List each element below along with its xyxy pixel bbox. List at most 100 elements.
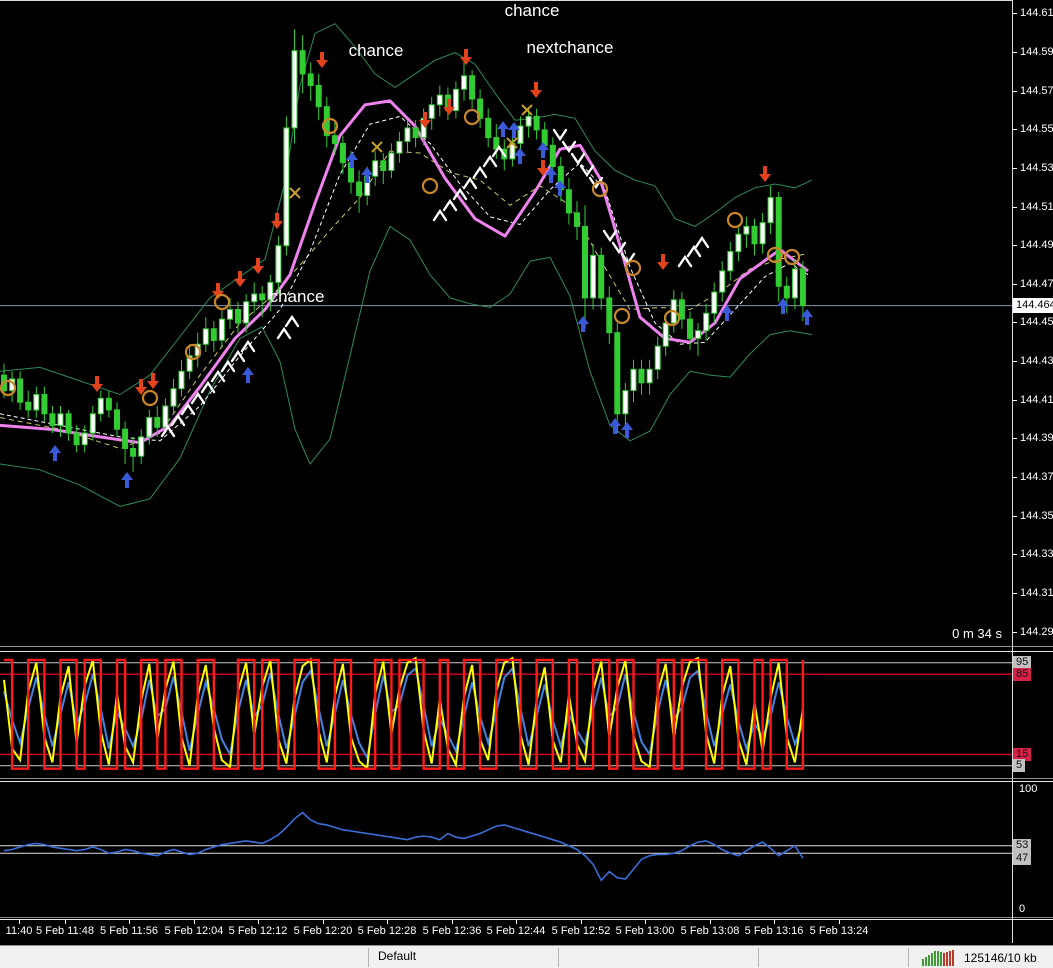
candles-layer [1, 29, 806, 472]
time-tick-label: 5 Feb 12:12 [228, 925, 288, 937]
price-tick-label: 144.415 [1013, 394, 1053, 407]
price-tick-label: 144.295 [1013, 626, 1053, 639]
buy-arrow-marker [346, 152, 358, 168]
price-tick-label: 144.575 [1013, 85, 1053, 98]
momentum-blue-line [3, 811, 804, 882]
momentum-axis[interactable]: 100 0 53 47 [1013, 782, 1053, 917]
price-tick-label: 144.595 [1013, 46, 1053, 59]
buy-arrow-marker [49, 445, 61, 461]
price-tick-label: 144.555 [1013, 123, 1053, 136]
indicator-max-label: 100 [1019, 783, 1038, 795]
chevron-up-marker [284, 314, 300, 328]
signal-circle-marker [421, 177, 439, 195]
time-axis[interactable]: 11:40 5 Feb 11:48 5 Feb 11:56 5 Feb 12:04 5 … [0, 920, 1012, 945]
sell-arrow-marker [252, 258, 264, 274]
time-tick-label: 11:40 [5, 925, 33, 937]
chevron-up-marker [686, 244, 702, 258]
time-tick [452, 920, 453, 924]
time-tick-label: 5 Feb 12:36 [422, 925, 482, 937]
time-tick [19, 920, 20, 924]
oscillator-indicator-panel[interactable] [0, 652, 1012, 778]
time-tick-label: 5 Feb 12:20 [293, 925, 353, 937]
scale-divider-line [1012, 0, 1013, 943]
indicator-min-label: 0 [1019, 903, 1026, 915]
time-tick-label: 5 Feb 13:16 [744, 925, 804, 937]
time-tick-label: 5 Feb 13:08 [680, 925, 740, 937]
chevron-up-marker [482, 154, 498, 168]
chevron-up-marker [240, 339, 256, 353]
indicator-level-label: 53 [1013, 839, 1032, 852]
time-tick-label: 5 Feb 12:04 [164, 925, 224, 937]
buy-arrow-marker [242, 367, 254, 383]
sell-arrow-marker [657, 254, 669, 270]
price-tick-label: 144.475 [1013, 278, 1053, 291]
price-tick-label: 144.615 [1013, 7, 1053, 20]
time-tick-label: 5 Feb 11:56 [100, 925, 158, 937]
time-tick-label: 5 Feb 12:28 [357, 925, 417, 937]
time-tick-label: 5 Feb 12:44 [486, 925, 546, 937]
chevron-up-marker [200, 380, 216, 394]
price-axis[interactable]: 144.615 144.595 144.575 144.555 144.535 144.5… [1013, 0, 1053, 646]
price-tick-label: 144.395 [1013, 432, 1053, 445]
trading-chart-window: chance chance nextchance chance 0 m 34 s 14… [0, 0, 1053, 968]
chevron-down-marker [602, 229, 618, 243]
connection-status: 125146/10 kb [922, 947, 1037, 968]
status-divider [908, 948, 909, 967]
bollinger-lower-line [0, 225, 813, 508]
status-divider [758, 948, 759, 967]
time-tick-label: 5 Feb 13:24 [809, 925, 869, 937]
signal-circle-marker [726, 211, 744, 229]
time-tick [774, 920, 775, 924]
buy-arrow-marker [497, 121, 509, 137]
signal-circle-marker [591, 180, 609, 198]
sell-arrow-marker [91, 376, 103, 392]
x-mark-marker [521, 104, 533, 116]
time-tick [129, 920, 130, 924]
time-tick [581, 920, 582, 924]
chevron-up-marker [462, 176, 478, 190]
chevron-up-marker [694, 235, 710, 249]
price-tick-label: 144.355 [1013, 510, 1053, 523]
violet-ma-line [0, 99, 809, 445]
indicator-level-label: 47 [1013, 852, 1032, 865]
chevron-up-marker [472, 165, 488, 179]
sell-arrow-marker [271, 213, 283, 229]
price-tick-label: 144.455 [1013, 316, 1053, 329]
status-bar: Default 125146/10 kb [0, 945, 1053, 968]
price-tick-label: 144.335 [1013, 548, 1053, 561]
chevron-up-marker [442, 198, 458, 212]
oscillator-axis[interactable]: 95 85 15 5 [1013, 652, 1053, 778]
price-tick-label: 144.315 [1013, 587, 1053, 600]
price-tick-label: 144.495 [1013, 239, 1053, 252]
sell-arrow-marker [460, 49, 472, 65]
price-tick-label: 144.535 [1013, 162, 1053, 175]
x-mark-marker [289, 187, 301, 199]
connection-traffic-label: 125146/10 kb [964, 950, 1037, 965]
momentum-indicator-panel[interactable] [0, 782, 1012, 917]
time-tick-label: 5 Feb 12:52 [551, 925, 611, 937]
main-price-chart[interactable] [0, 0, 1012, 646]
time-tick-label: 5 Feb 11:48 [36, 925, 94, 937]
price-tick-label: 144.515 [1013, 201, 1053, 214]
price-tick-label: 144.375 [1013, 471, 1053, 484]
current-price-box: 144.464 [1013, 298, 1053, 313]
time-tick [710, 920, 711, 924]
connection-bars-icon [922, 950, 954, 966]
chevron-up-marker [170, 413, 186, 427]
chevron-down-marker [570, 152, 586, 166]
signal-circle-marker [613, 307, 631, 325]
x-mark-marker [371, 141, 383, 153]
sell-arrow-marker [316, 52, 328, 68]
time-tick [65, 920, 66, 924]
price-tick-label: 144.435 [1013, 355, 1053, 368]
time-tick [323, 920, 324, 924]
time-tick [194, 920, 195, 924]
bollinger-middle-line [0, 150, 809, 450]
status-divider [558, 948, 559, 967]
buy-arrow-marker [121, 472, 133, 488]
signal-circle-marker [141, 389, 159, 407]
profile-button[interactable]: Default [378, 949, 416, 963]
buy-arrow-marker [514, 148, 526, 164]
chart-top-border [0, 0, 1012, 1]
signal-circle-marker [463, 108, 481, 126]
